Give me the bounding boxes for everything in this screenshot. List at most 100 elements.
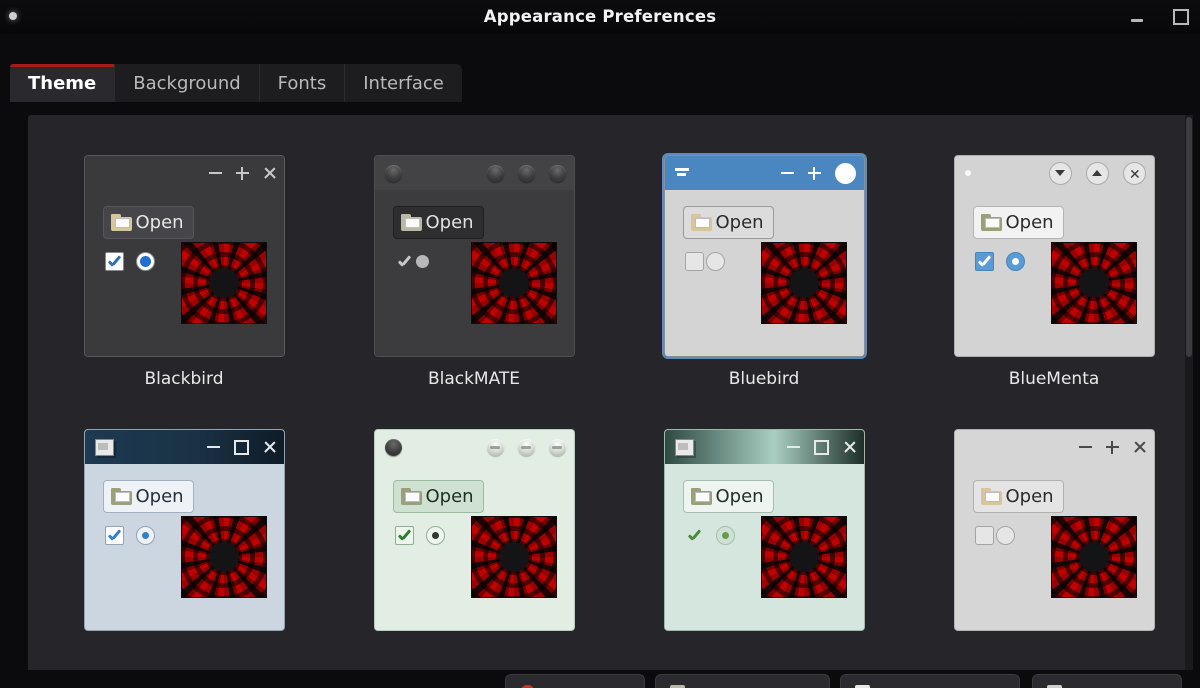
bottom-button-1[interactable] [655,674,830,688]
preview-open-label: Open [1005,486,1054,507]
preview-checkbox[interactable] [684,252,704,271]
preview-checkbox[interactable] [104,252,124,271]
theme-preview[interactable]: Open [83,429,285,631]
preview-radio[interactable] [995,526,1015,545]
preview-window-controls [1078,430,1146,464]
preview-radio[interactable] [415,255,429,268]
preview-checkbox[interactable] [104,526,124,545]
menu-chevron-icon[interactable] [674,168,689,178]
theme-preview[interactable]: Open [661,153,867,359]
close-icon[interactable] [263,441,276,454]
preview-radio[interactable] [135,526,155,545]
preview-checkbox[interactable] [395,252,414,271]
preview-radio[interactable] [705,252,725,271]
theme-preview[interactable]: Open [373,429,575,631]
preview-open-button[interactable]: Open [392,206,484,239]
preview-wallpaper-thumbnail [470,242,557,324]
minimize-icon[interactable] [1128,8,1146,26]
tab-label: Background [133,72,241,94]
bottom-button-3[interactable] [1032,674,1182,688]
preview-radio[interactable] [715,526,735,545]
menu-orb-icon[interactable] [384,164,402,182]
preview-open-label: Open [135,486,184,507]
theme-name-label: Blackbird [144,369,224,389]
bottom-button-0[interactable] [505,674,645,688]
close-icon[interactable] [263,167,276,180]
window-icon[interactable] [674,438,694,456]
minimize-icon[interactable] [1078,446,1092,448]
maximize-icon[interactable] [235,166,249,180]
maximize-icon[interactable] [1172,8,1190,26]
theme-preview[interactable]: Open [373,155,575,357]
close-icon[interactable] [1122,161,1146,185]
preview-titlebar [954,156,1154,190]
preview-open-button[interactable]: Open [682,206,774,239]
preview-radio[interactable] [135,252,155,271]
minimize-icon[interactable] [786,446,800,448]
preview-titlebar-left [94,430,114,464]
theme-cell[interactable]: Open [50,429,318,643]
theme-cell[interactable]: Open Blackbird [50,155,318,389]
close-icon[interactable] [548,438,566,456]
restore-icon[interactable] [233,439,249,455]
radio-dot-icon [712,258,719,265]
preview-open-button[interactable]: Open [392,480,484,513]
close-icon[interactable] [1133,441,1146,454]
preview-controls-row [395,252,429,271]
preview-checkbox[interactable] [974,252,994,271]
minimize-icon[interactable] [486,164,504,182]
theme-cell[interactable]: Open BlueMenta [920,155,1188,389]
preview-window-controls [486,430,566,464]
preview-checkbox[interactable] [974,526,994,545]
preview-open-button[interactable]: Open [102,480,194,513]
theme-cell[interactable]: Open Bluebird [630,153,898,389]
theme-cell[interactable]: Open [920,429,1188,643]
close-icon[interactable] [843,441,856,454]
maximize-icon[interactable] [807,166,821,180]
close-icon[interactable] [834,162,856,184]
minimize-icon[interactable] [780,172,794,174]
vertical-scrollbar[interactable] [1185,115,1193,670]
close-icon[interactable] [548,164,566,182]
preview-radio[interactable] [425,526,445,545]
window-icon[interactable] [94,438,114,456]
preview-open-button[interactable]: Open [972,206,1064,239]
preview-body: Open [664,464,864,630]
preview-open-button[interactable]: Open [102,206,194,239]
theme-preview[interactable]: Open [83,155,285,357]
theme-cell[interactable]: Open [630,429,898,643]
chevron-down-icon[interactable] [1048,161,1072,185]
tab-theme[interactable]: Theme [10,64,116,102]
preview-open-button[interactable]: Open [972,480,1064,513]
tab-fonts[interactable]: Fonts [259,64,346,102]
theme-preview[interactable]: Open [663,429,865,631]
dot-icon[interactable] [964,170,971,176]
preview-titlebar [664,156,864,190]
preview-titlebar-left [384,430,402,464]
theme-preview[interactable]: Open [953,155,1155,357]
scrollbar-thumb[interactable] [1186,117,1192,357]
preview-controls-row [974,252,1025,271]
maximize-icon[interactable] [517,438,535,456]
preview-checkbox[interactable] [685,526,704,545]
theme-cell[interactable]: Open [340,429,608,643]
maximize-icon[interactable] [1105,440,1119,454]
preview-titlebar [954,430,1154,464]
bottom-button-2[interactable] [840,674,1020,688]
preview-open-label: Open [425,212,474,233]
chevron-up-icon[interactable] [1085,161,1109,185]
tab-interface[interactable]: Interface [345,64,462,102]
tab-background[interactable]: Background [115,64,260,102]
minimize-icon[interactable] [208,172,222,174]
theme-preview[interactable]: Open [953,429,1155,631]
maximize-icon[interactable] [517,164,535,182]
preview-checkbox[interactable] [394,526,414,545]
minimize-icon[interactable] [486,438,504,456]
preview-radio[interactable] [1005,252,1025,271]
theme-cell[interactable]: Open BlackMATE [340,155,608,389]
restore-icon[interactable] [813,439,829,455]
preview-open-button[interactable]: Open [682,480,774,513]
minimize-icon[interactable] [206,446,220,448]
radio-dot-icon [139,256,151,267]
menu-orb-icon[interactable] [384,438,402,456]
